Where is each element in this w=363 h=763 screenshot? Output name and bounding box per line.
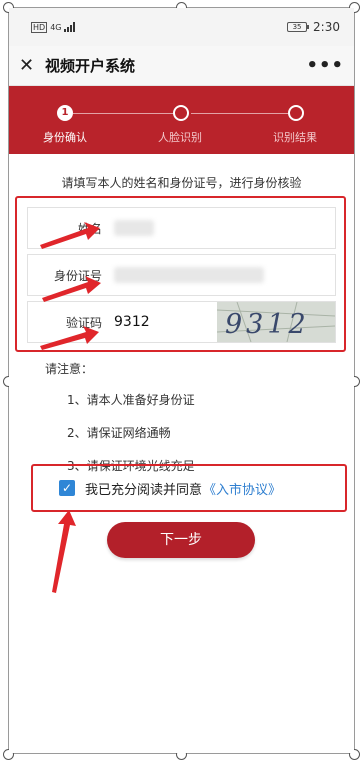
- name-field[interactable]: 姓名: [27, 207, 336, 249]
- hd-badge: HD: [31, 21, 48, 33]
- step-2-dot: [173, 105, 189, 121]
- close-icon[interactable]: ✕: [19, 55, 45, 76]
- captcha-field[interactable]: 验证码 9312 9312: [27, 301, 336, 343]
- signal-icon: [64, 22, 76, 32]
- notice-item: 1、请本人准备好身份证: [67, 393, 195, 407]
- clock: 2:30: [313, 20, 340, 34]
- status-bar: HD 4G 35 2:30: [9, 8, 354, 46]
- agreement-link[interactable]: 《入市协议》: [203, 479, 281, 498]
- step-connector: [191, 113, 289, 114]
- captcha-input-value[interactable]: 9312: [114, 314, 150, 330]
- captcha-label: 验证码: [65, 315, 102, 330]
- name-label: 姓名: [77, 221, 102, 236]
- step-3-label: 识别结果: [273, 131, 317, 144]
- agreement-checkbox[interactable]: ✓: [59, 480, 75, 496]
- next-step-button[interactable]: 下一步: [107, 522, 255, 558]
- agreement-text: 我已充分阅读并同意: [85, 482, 203, 498]
- notice-item: 2、请保证网络通畅: [67, 426, 171, 440]
- step-1-label: 身份确认: [43, 131, 87, 144]
- more-icon[interactable]: •••: [306, 55, 344, 76]
- step-3-dot: [288, 105, 304, 121]
- notice-title: 请注意：: [45, 362, 94, 376]
- battery-icon: 35: [287, 22, 310, 32]
- highlight-box-agreement: ✓ 我已充分阅读并同意 《入市协议》: [31, 464, 347, 512]
- id-number-value-redacted[interactable]: [114, 267, 264, 283]
- progress-steps: 1 身份确认 人脸识别 识别结果: [9, 86, 354, 154]
- name-value-redacted[interactable]: [114, 220, 154, 236]
- page-title: 视频开户系统: [45, 57, 136, 75]
- form-intro: 请填写本人的姓名和身份证号，进行身份核验: [61, 176, 302, 190]
- captcha-image-text: 9312: [225, 309, 310, 340]
- network-type: 4G: [50, 22, 62, 32]
- form-card: 请填写本人的姓名和身份证号，进行身份核验 姓名 身份证号 验证码 9312 93…: [9, 154, 354, 753]
- phone-screen: HD 4G 35 2:30 ✕ 视频开户系统 ••• 1 身份确认 人脸识别 识…: [9, 8, 354, 753]
- step-connector: [73, 113, 183, 114]
- step-2-label: 人脸识别: [158, 131, 202, 144]
- nav-bar: ✕ 视频开户系统 •••: [9, 46, 354, 86]
- id-number-field[interactable]: 身份证号: [27, 254, 336, 296]
- step-1-dot: 1: [57, 105, 73, 121]
- highlight-box-form: 姓名 身份证号 验证码 9312 9312: [15, 196, 346, 352]
- captcha-image[interactable]: 9312: [217, 302, 335, 342]
- id-number-label: 身份证号: [53, 268, 102, 283]
